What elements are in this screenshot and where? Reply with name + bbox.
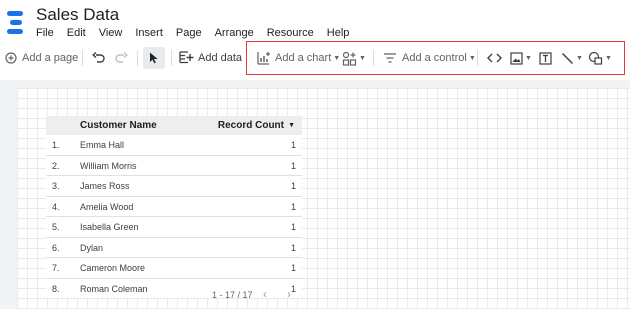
image-button[interactable]: ▼	[510, 44, 532, 72]
text-button[interactable]	[539, 44, 552, 72]
toolbar-divider	[246, 50, 247, 66]
add-page-button[interactable]: Add a page	[5, 44, 78, 72]
chevron-left-icon: ‹	[263, 287, 267, 301]
toolbar-divider	[477, 50, 478, 66]
table-row[interactable]: 5. Isabella Green 1	[46, 217, 302, 238]
shape-button[interactable]: ▼	[588, 44, 612, 72]
customer-name-cell: Amelia Wood	[80, 201, 134, 212]
redo-icon	[115, 52, 128, 64]
community-viz-button[interactable]: ▼	[342, 44, 366, 72]
toolbar-divider	[373, 50, 374, 66]
pagination-label: 1 - 17 / 17	[212, 290, 253, 300]
menu-edit[interactable]: Edit	[67, 27, 86, 39]
embed-url-button[interactable]	[487, 44, 502, 72]
menu-help[interactable]: Help	[327, 27, 350, 39]
chevron-down-icon: ▼	[605, 54, 612, 62]
add-chart-icon	[257, 51, 271, 65]
record-count-cell: 1	[290, 242, 296, 253]
menu-insert[interactable]: Insert	[135, 27, 163, 39]
record-count-cell: 1	[290, 181, 296, 191]
record-count-cell: 1	[290, 263, 296, 273]
customer-name-cell: Cameron Moore	[80, 263, 146, 273]
menu-arrange[interactable]: Arrange	[215, 27, 254, 39]
undo-icon	[92, 52, 105, 64]
add-circle-icon	[5, 52, 17, 64]
toolbar-divider	[82, 50, 83, 66]
row-index: 7.	[52, 263, 60, 273]
community-viz-icon	[342, 51, 357, 66]
add-page-label: Add a page	[22, 52, 79, 64]
row-index: 8.	[52, 283, 60, 294]
add-chart-button[interactable]: Add a chart ▼	[257, 44, 340, 72]
redo-button[interactable]	[115, 44, 128, 72]
menu-view[interactable]: View	[99, 27, 123, 39]
table-row[interactable]: 6. Dylan 1	[46, 237, 302, 258]
data-table[interactable]: Customer Name Record Count ▼ 1. Emma Hal…	[46, 116, 302, 298]
add-control-button[interactable]: Add a control ▼	[383, 44, 476, 72]
sort-descending-icon[interactable]: ▼	[288, 122, 295, 129]
previous-page-button[interactable]: ‹	[263, 287, 267, 301]
chevron-down-icon: ▼	[333, 54, 341, 62]
chevron-right-icon: ›	[287, 287, 291, 301]
customer-name-cell: William Morris	[80, 160, 137, 171]
add-data-button[interactable]: Add data	[179, 44, 242, 72]
row-index: 4.	[52, 201, 60, 212]
chevron-down-icon: ▼	[359, 54, 366, 62]
line-icon	[561, 52, 574, 65]
row-index: 1.	[52, 140, 60, 150]
filter-lines-icon	[383, 53, 397, 63]
row-index: 2.	[52, 160, 60, 171]
customer-name-cell: Dylan	[80, 242, 104, 253]
report-title[interactable]: Sales Data	[36, 5, 119, 25]
add-control-label: Add a control	[402, 52, 467, 64]
add-data-label: Add data	[198, 52, 243, 64]
record-count-cell: 1	[290, 201, 296, 212]
cursor-icon	[149, 52, 159, 64]
customer-name-cell: James Ross	[80, 181, 130, 191]
chevron-down-icon: ▼	[576, 54, 583, 62]
table-header: Customer Name Record Count ▼	[46, 116, 302, 135]
menu-bar: File Edit View Insert Page Arrange Resou…	[36, 27, 362, 39]
row-index: 3.	[52, 181, 60, 191]
record-count-cell: 1	[290, 283, 296, 294]
table-row[interactable]: 4. Amelia Wood 1	[46, 196, 302, 217]
table-row[interactable]: 1. Emma Hall 1	[46, 135, 302, 156]
toolbar-divider	[137, 50, 138, 66]
menu-file[interactable]: File	[36, 27, 54, 39]
table-row[interactable]: 3. James Ross 1	[46, 176, 302, 197]
row-index: 5.	[52, 222, 60, 232]
column-header-record-count[interactable]: Record Count	[218, 120, 284, 131]
toolbar: Add a page Add data Add a chart ▼ ▼ Add …	[0, 44, 630, 72]
add-data-icon	[179, 51, 194, 65]
table-row[interactable]: 7. Cameron Moore 1	[46, 258, 302, 279]
select-tool-button[interactable]	[149, 44, 159, 72]
chevron-down-icon: ▼	[468, 54, 476, 62]
shape-icon	[588, 51, 603, 65]
text-box-icon	[539, 51, 552, 65]
next-page-button[interactable]: ›	[287, 287, 291, 301]
customer-name-cell: Emma Hall	[80, 140, 125, 150]
undo-button[interactable]	[92, 44, 105, 72]
report-logo-icon	[7, 11, 27, 37]
record-count-cell: 1	[290, 140, 296, 150]
record-count-cell: 1	[290, 222, 296, 232]
code-icon	[487, 53, 502, 63]
line-button[interactable]: ▼	[561, 44, 583, 72]
image-icon	[510, 51, 523, 65]
table-row[interactable]: 2. William Morris 1	[46, 155, 302, 176]
chevron-down-icon: ▼	[525, 54, 532, 62]
customer-name-cell: Isabella Green	[80, 222, 139, 232]
add-chart-label: Add a chart	[275, 52, 332, 64]
column-header-customer-name[interactable]: Customer Name	[80, 120, 157, 131]
menu-resource[interactable]: Resource	[267, 27, 314, 39]
customer-name-cell: Roman Coleman	[80, 283, 148, 294]
toolbar-divider	[171, 50, 172, 66]
row-index: 6.	[52, 242, 60, 253]
record-count-cell: 1	[290, 160, 296, 171]
menu-page[interactable]: Page	[176, 27, 202, 39]
